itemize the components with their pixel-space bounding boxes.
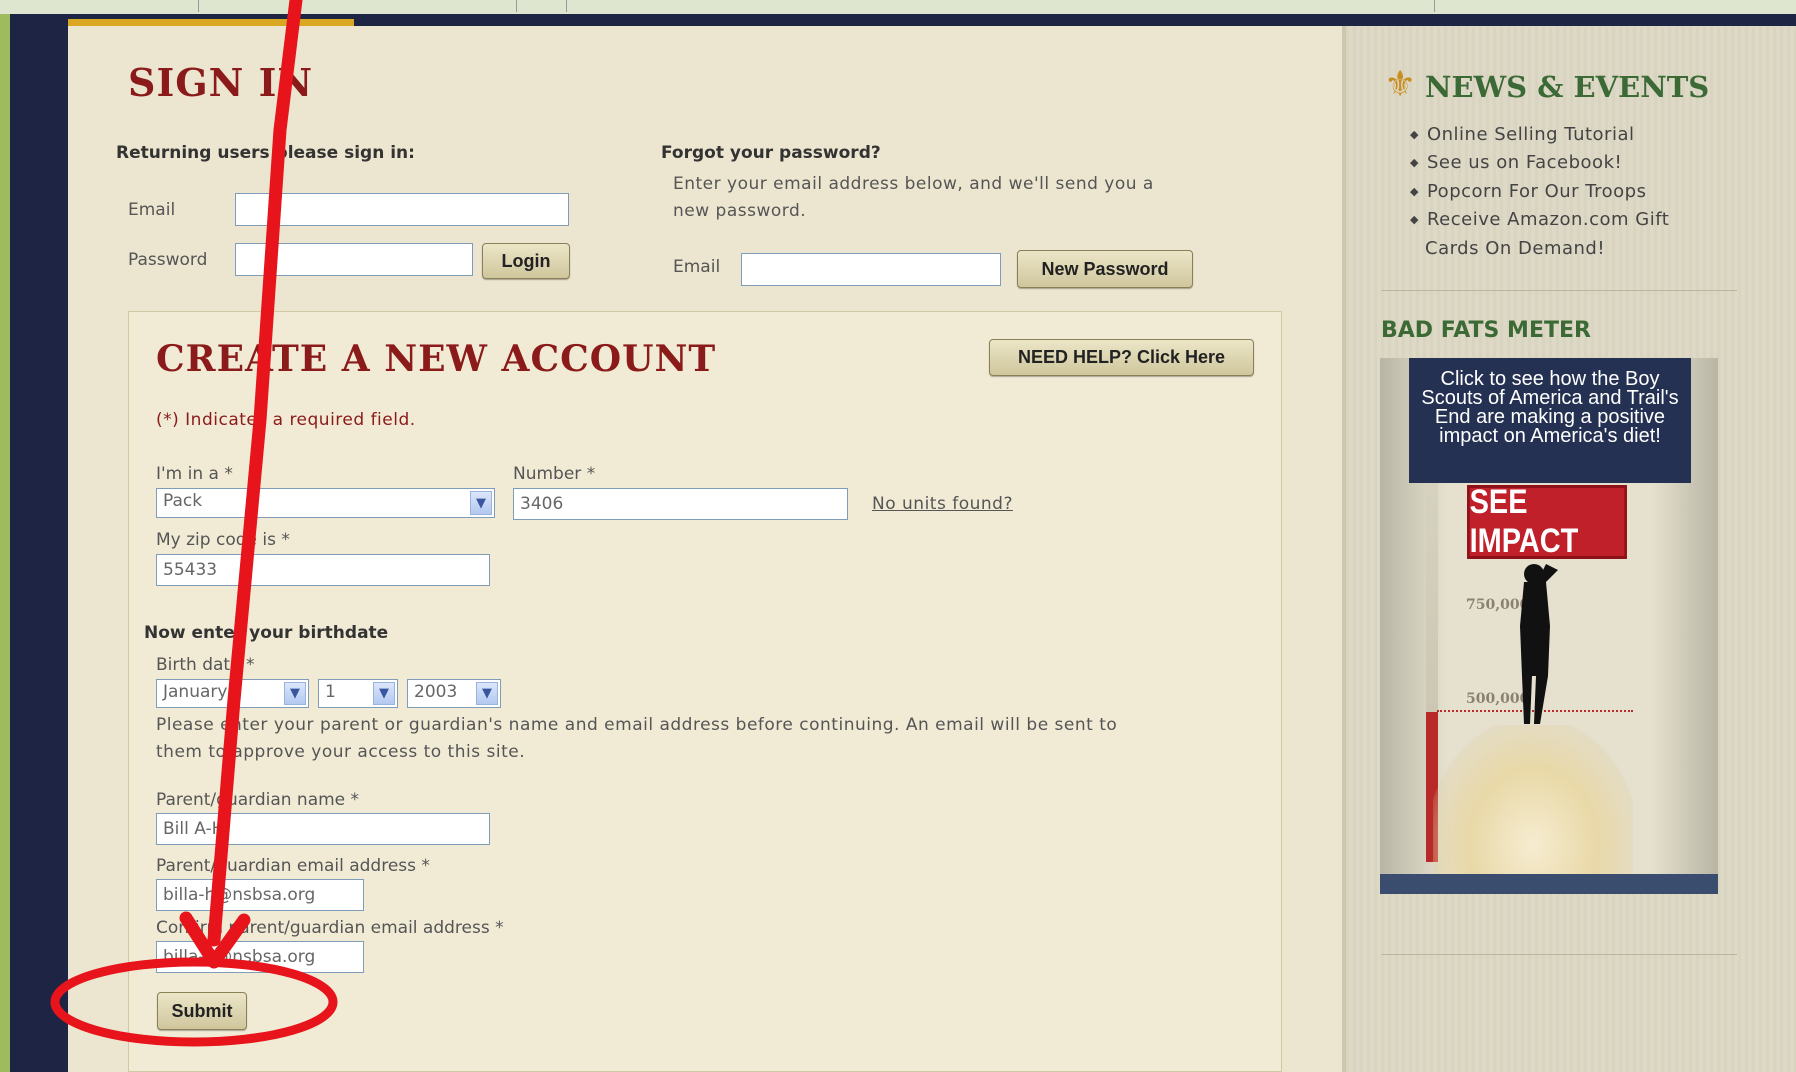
red-arrow-annotation [50, 0, 338, 1047]
annotation-arrow-shaft [207, 0, 303, 947]
annotation-circle-around-submit [50, 957, 338, 1047]
